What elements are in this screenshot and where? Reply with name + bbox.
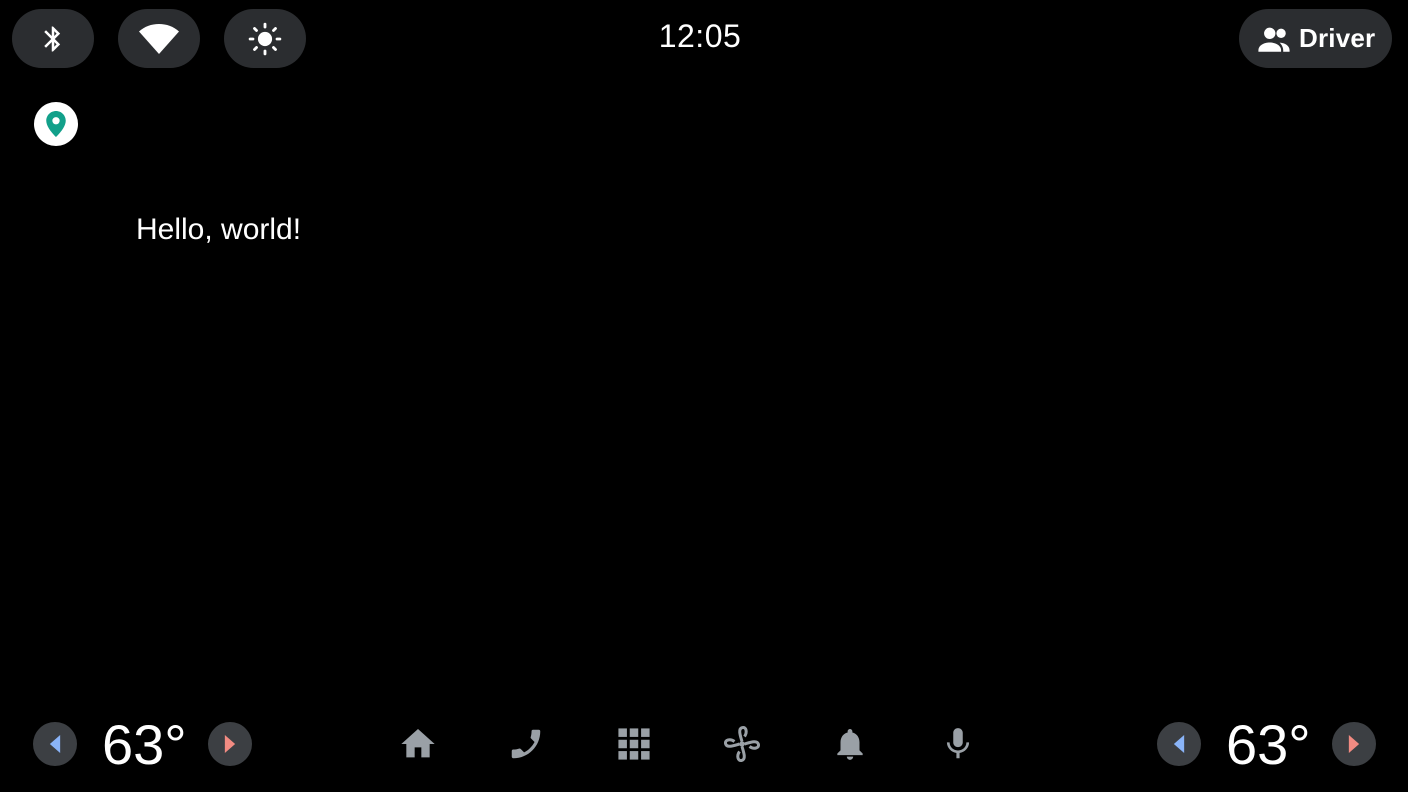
brightness-button[interactable] xyxy=(224,9,306,68)
chevron-left-icon xyxy=(49,735,61,753)
clock: 12:05 xyxy=(658,18,742,54)
car-home-screen: 12:05 Driver Hello, world! 63° 63° xyxy=(0,0,1408,792)
fan-icon xyxy=(724,726,760,762)
left-temp-increase-button[interactable] xyxy=(208,722,252,766)
notifications-button[interactable] xyxy=(826,720,874,768)
phone-icon xyxy=(511,729,541,759)
people-icon xyxy=(1258,27,1290,52)
app-grid-icon xyxy=(618,728,650,760)
fan-button[interactable] xyxy=(718,720,766,768)
home-icon xyxy=(401,729,435,758)
voice-assistant-button[interactable] xyxy=(934,720,982,768)
left-temp-decrease-button[interactable] xyxy=(33,722,77,766)
home-button[interactable] xyxy=(394,720,442,768)
left-temperature: 63° xyxy=(102,713,187,776)
bluetooth-icon xyxy=(44,26,61,51)
hello-message: Hello, world! xyxy=(136,213,302,246)
chevron-right-icon xyxy=(1348,735,1360,753)
right-temp-increase-button[interactable] xyxy=(1332,722,1376,766)
location-indicator xyxy=(34,102,78,146)
wifi-button[interactable] xyxy=(118,9,200,68)
chevron-right-icon xyxy=(224,735,236,753)
user-name-label: Driver xyxy=(1299,23,1376,53)
app-grid-button[interactable] xyxy=(610,720,658,768)
brightness-icon xyxy=(248,22,282,55)
phone-button[interactable] xyxy=(502,720,550,768)
chevron-left-icon xyxy=(1173,735,1185,753)
wifi-icon xyxy=(139,23,179,54)
bluetooth-button[interactable] xyxy=(12,9,94,68)
user-switcher-button[interactable]: Driver xyxy=(1239,9,1392,68)
right-temperature: 63° xyxy=(1226,713,1311,776)
notification-bell-icon xyxy=(837,728,863,760)
microphone-icon xyxy=(946,728,970,759)
right-temp-decrease-button[interactable] xyxy=(1157,722,1201,766)
location-pin-icon xyxy=(46,111,66,137)
